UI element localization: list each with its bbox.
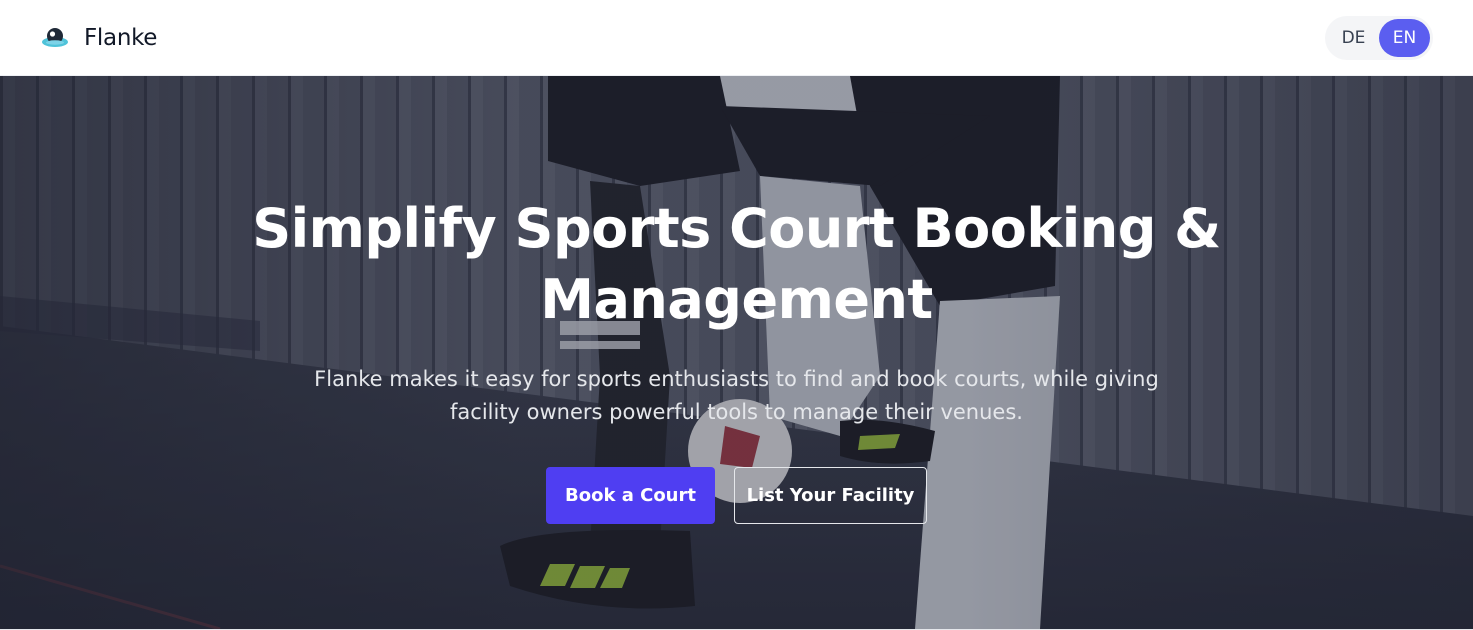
- brand-link[interactable]: Flanke: [40, 23, 157, 53]
- brand-name: Flanke: [84, 24, 158, 51]
- lang-en-button[interactable]: EN: [1379, 18, 1430, 57]
- hero-actions: Book a Court List Your Facility: [546, 467, 927, 524]
- hero-content: Simplify Sports Court Booking & Manageme…: [0, 76, 1473, 629]
- book-a-court-button[interactable]: Book a Court: [546, 467, 715, 524]
- hero-section: Simplify Sports Court Booking & Manageme…: [0, 76, 1473, 629]
- list-your-facility-button[interactable]: List Your Facility: [734, 467, 927, 524]
- lang-de-button[interactable]: DE: [1328, 19, 1379, 57]
- ufo-icon: [42, 27, 68, 47]
- top-navbar: Flanke DE EN: [0, 0, 1473, 76]
- language-switcher: DE EN: [1325, 15, 1433, 60]
- hero-subtitle: Flanke makes it easy for sports enthusia…: [314, 367, 1159, 424]
- hero-title: Simplify Sports Court Booking & Manageme…: [252, 197, 1221, 331]
